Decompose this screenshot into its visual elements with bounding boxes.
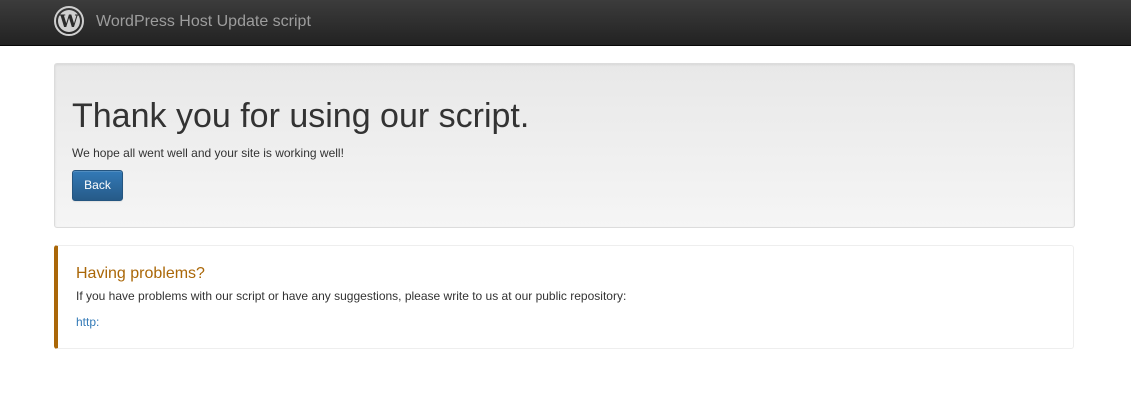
brand-title[interactable]: WordPress Host Update script bbox=[96, 12, 311, 32]
thank-you-panel: Thank you for using our script. We hope … bbox=[54, 63, 1075, 228]
callout-text: If you have problems with our script or … bbox=[76, 289, 627, 303]
top-navbar: W WordPress Host Update script bbox=[0, 0, 1131, 46]
callout-title: Having problems? bbox=[76, 265, 205, 282]
success-message: We hope all went well and your site is w… bbox=[72, 146, 344, 160]
page-title: Thank you for using our script. bbox=[72, 97, 530, 135]
repository-link[interactable]: http: bbox=[76, 314, 99, 330]
problems-callout: Having problems? If you have problems wi… bbox=[54, 245, 1074, 349]
back-button[interactable]: Back bbox=[72, 170, 123, 201]
wordpress-logo-icon[interactable]: W bbox=[54, 6, 84, 36]
svg-text:W: W bbox=[58, 12, 79, 32]
